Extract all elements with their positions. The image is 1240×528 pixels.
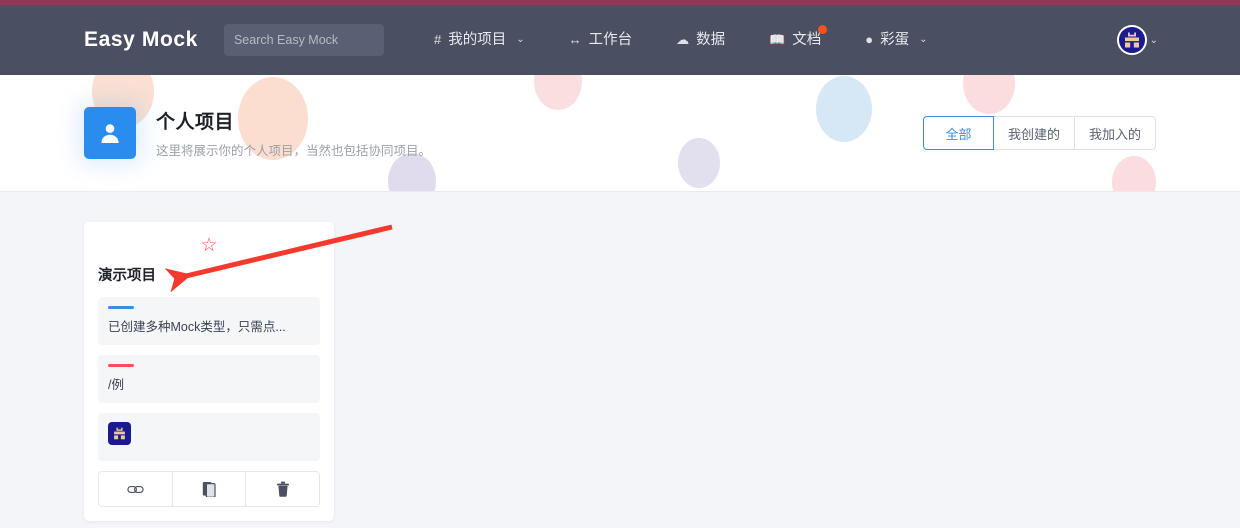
nav-item-label: 文档 [792, 32, 822, 48]
top-navbar: Easy Mock # 我的项目 ⌄ ↔ 工作台 ☁ 数据 📖 文档 ● 彩蛋 ⌄ ⌄ [0, 5, 1240, 75]
page-subtitle: 这里将展示你的个人项目，当然也包括协同项目。 [156, 144, 432, 158]
page-title: 个人项目 [156, 112, 235, 133]
projects-grid: ☆ 演示项目 已创建多种Mock类型，只需点... /例 [0, 192, 1240, 528]
nav-links: # 我的项目 ⌄ ↔ 工作台 ☁ 数据 📖 文档 ● 彩蛋 ⌄ [412, 5, 950, 75]
duplicate-button[interactable] [172, 472, 247, 506]
hash-icon: # [433, 32, 442, 47]
nav-item-label: 彩蛋 [880, 32, 910, 48]
database-icon: ☁ [676, 32, 690, 47]
blue-rule [108, 306, 134, 309]
nav-item-2[interactable]: ↔ 工作台 [547, 5, 655, 75]
nav-item-label: 我的项目 [448, 32, 507, 48]
copy-link-button[interactable] [99, 472, 173, 506]
project-description: 已创建多种Mock类型，只需点... [108, 320, 286, 334]
app-logo[interactable]: Easy Mock [84, 28, 198, 52]
filter-button-1[interactable]: 全部 [922, 116, 994, 150]
search-input[interactable] [223, 24, 384, 56]
project-filter-group: 全部 我创建的 我加入的 [922, 116, 1156, 150]
chevron-down-icon[interactable]: ⌄ [1150, 35, 1158, 46]
nav-item-label: 数据 [696, 32, 726, 48]
project-description-box: 已创建多种Mock类型，只需点... [98, 297, 320, 345]
user-menu[interactable]: ⌄ [1116, 25, 1218, 55]
chevron-down-icon: ⌄ [919, 34, 928, 45]
egg-icon: ● [865, 32, 874, 47]
project-base-url: /例 [108, 378, 124, 392]
nav-item-3[interactable]: ☁ 数据 [654, 5, 747, 75]
notification-dot [818, 25, 828, 34]
user-avatar[interactable] [1116, 25, 1147, 55]
nav-item-label: 工作台 [588, 32, 633, 48]
project-members-box [98, 413, 320, 461]
project-card-actions [98, 471, 320, 507]
nav-item-4[interactable]: 📖 文档 [747, 5, 843, 75]
nav-item-5[interactable]: ● 彩蛋 ⌄ [843, 5, 949, 75]
filter-button-2[interactable]: 我创建的 [993, 116, 1075, 150]
red-rule [108, 364, 134, 367]
delete-button[interactable] [246, 472, 319, 506]
member-avatar[interactable] [108, 422, 131, 445]
person-icon [84, 107, 136, 159]
project-card-title: 演示项目 [98, 268, 156, 284]
chevron-down-icon: ⌄ [516, 34, 525, 45]
nav-item-1[interactable]: # 我的项目 ⌄ [412, 5, 547, 75]
project-card[interactable]: ☆ 演示项目 已创建多种Mock类型，只需点... /例 [84, 222, 334, 521]
page-banner: 个人项目 这里将展示你的个人项目，当然也包括协同项目。 全部 我创建的 我加入的 [0, 75, 1240, 192]
filter-button-3[interactable]: 我加入的 [1074, 116, 1156, 150]
book-icon: 📖 [769, 32, 786, 47]
code-arrows-icon: ↔ [568, 32, 582, 47]
project-base-url-box: /例 [98, 355, 320, 403]
star-outline-icon[interactable]: ☆ [200, 236, 217, 258]
